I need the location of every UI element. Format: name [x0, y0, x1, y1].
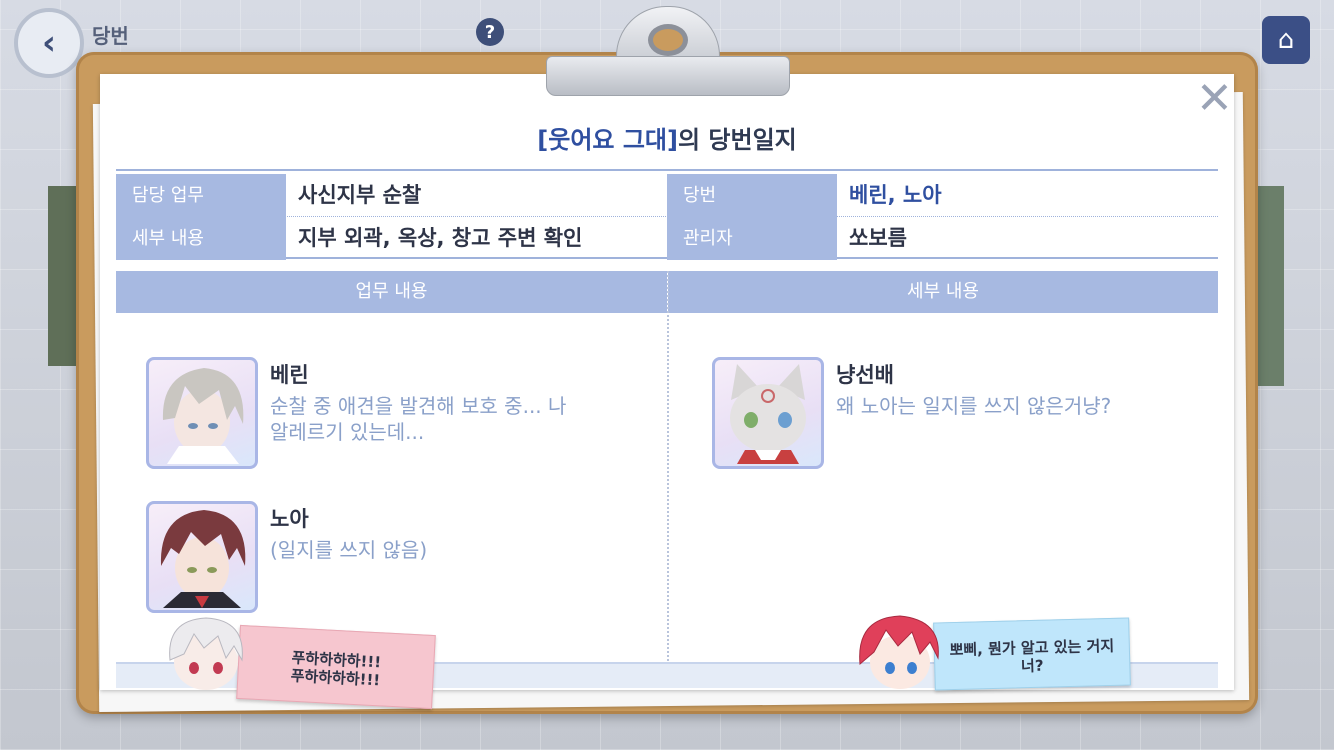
- sticky-note-pink: 푸하하하하!!! 푸하하하하!!!: [236, 624, 436, 710]
- task-value: 사신지부 순찰: [298, 183, 422, 207]
- duty-value: 베린, 노아: [849, 183, 942, 207]
- character-portrait-cat: [730, 364, 806, 464]
- close-button[interactable]: ✕: [1196, 77, 1233, 121]
- clip-base: [546, 56, 790, 96]
- home-icon[interactable]: ⌂: [1262, 16, 1310, 64]
- avatar: [146, 357, 258, 469]
- chibi-red-hair: [859, 615, 939, 689]
- info-row: 세부 내용 지부 외곽, 옥상, 창고 주변 확인 관리자 쏘보름: [116, 217, 1218, 260]
- clipboard-clip: [546, 6, 790, 96]
- entry-name: 냥선배: [836, 363, 894, 387]
- manager-label: 관리자: [667, 217, 837, 260]
- dialog-title: [웃어요 그대]의 당번일지: [100, 120, 1234, 155]
- character-portrait-noah: [160, 510, 246, 608]
- entry-text: 순찰 중 애견을 발견해 보호 중... 나 알레르기 있는데...: [270, 394, 567, 444]
- chibi-white-hair: [169, 617, 243, 690]
- manager-value: 쏘보름: [849, 226, 907, 250]
- entry-name: 베린: [270, 363, 309, 387]
- avatar: [146, 501, 258, 613]
- clip-hole: [648, 24, 688, 56]
- entry-name: 노아: [270, 507, 309, 531]
- detail-label: 세부 내용: [116, 217, 286, 260]
- duty-label: 당번: [667, 174, 837, 217]
- title-highlight: [웃어요 그대]: [537, 126, 678, 154]
- info-table: 담당 업무 사신지부 순찰 당번 베린, 노아 세부 내용 지부 외곽, 옥상,…: [116, 169, 1218, 260]
- list-item: 베린 순찰 중 애견을 발견해 보호 중... 나 알레르기 있는데...: [146, 357, 606, 469]
- question-icon[interactable]: ?: [476, 18, 504, 46]
- entry-text: 왜 노아는 일지를 쓰지 않은거냥?: [836, 394, 1112, 418]
- list-item: 노아 (일지를 쓰지 않음): [146, 501, 606, 613]
- avatar: [712, 357, 824, 469]
- column-divider: [667, 271, 669, 661]
- task-label: 담당 업무: [116, 174, 286, 217]
- character-portrait-verin: [162, 368, 244, 464]
- sticky-note-blue: 뽀삐, 뭔가 알고 있는 거지 너?: [933, 617, 1131, 691]
- section-header-tasks: 업무 내용: [116, 271, 667, 313]
- back-arrow-icon[interactable]: ‹: [14, 8, 84, 78]
- list-item: 냥선배 왜 노아는 일지를 쓰지 않은거냥?: [712, 357, 1192, 469]
- title-suffix: 의 당번일지: [677, 126, 797, 154]
- detail-value: 지부 외곽, 옥상, 창고 주변 확인: [298, 226, 583, 250]
- screen-title: 당번: [92, 24, 129, 48]
- section-header-details: 세부 내용: [668, 271, 1218, 313]
- entry-text: (일지를 쓰지 않음): [270, 538, 428, 562]
- info-row: 담당 업무 사신지부 순찰 당번 베린, 노아: [116, 174, 1218, 217]
